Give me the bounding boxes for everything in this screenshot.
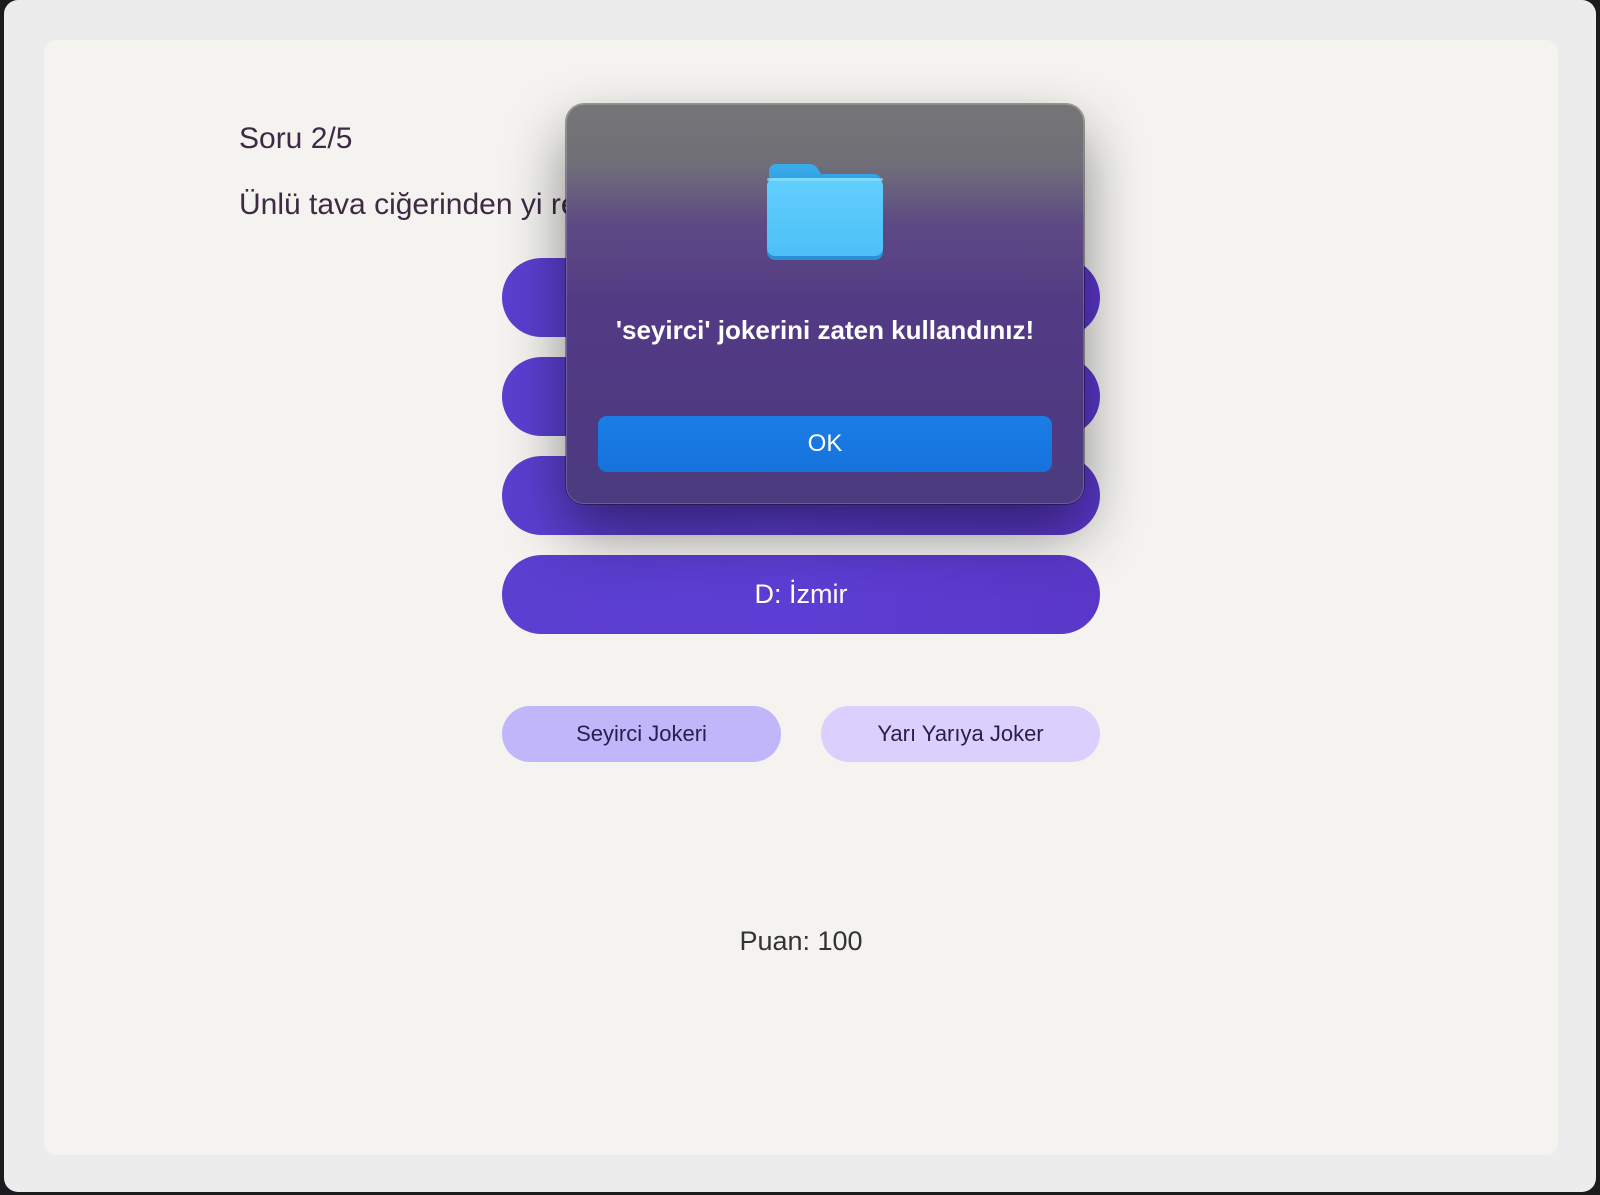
dialog-message: 'seyirci' jokerini zaten kullandınız! xyxy=(615,315,1035,345)
app-window: Soru 2/5 Ünlü tava ciğerinden yi redesin… xyxy=(4,0,1596,1192)
fifty-fifty-joker-button[interactable]: Yarı Yarıya Joker xyxy=(821,706,1100,762)
folder-icon xyxy=(765,160,885,264)
audience-joker-button[interactable]: Seyirci Jokeri xyxy=(502,706,781,762)
question-counter: Soru 2/5 xyxy=(239,122,353,155)
ok-button[interactable]: OK xyxy=(598,416,1052,472)
score-display: Puan: 100 xyxy=(739,926,863,956)
option-d-button[interactable]: D: İzmir xyxy=(502,555,1100,634)
alert-dialog: 'seyirci' jokerini zaten kullandınız! OK xyxy=(566,104,1084,504)
